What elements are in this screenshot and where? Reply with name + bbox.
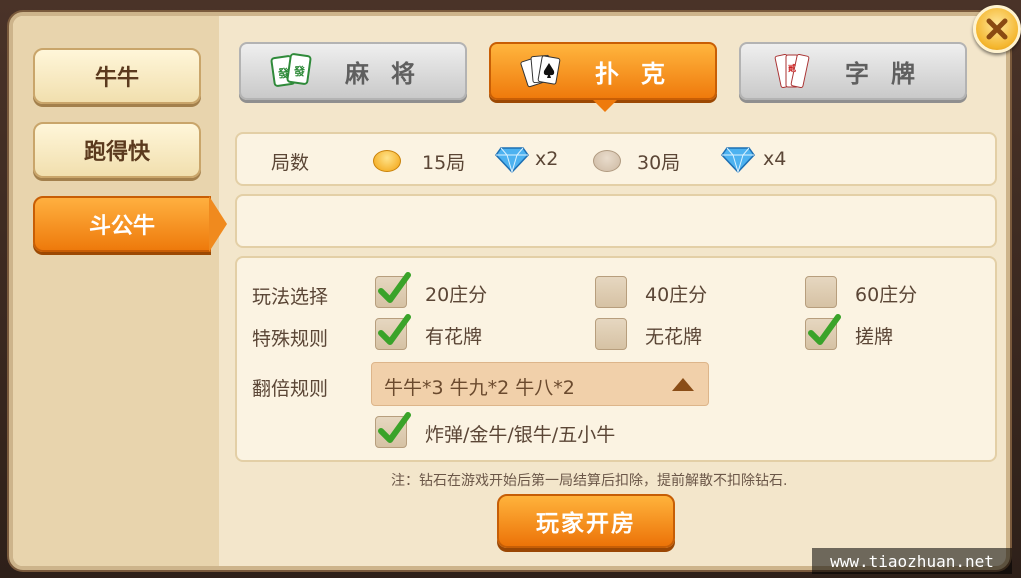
diamond-icon xyxy=(495,144,529,174)
play-mode-label: 玩法选择 xyxy=(252,286,329,308)
site-watermark: www.tiaozhuan.net xyxy=(812,548,1012,574)
empty-options-section xyxy=(235,194,997,248)
checkmark-icon xyxy=(378,412,411,443)
sidebar-item-dougongniu[interactable]: 斗公牛 xyxy=(33,196,227,252)
checkmark-icon xyxy=(378,272,411,303)
tab-mahjong-label: 麻将 xyxy=(345,59,437,88)
svg-text:貳: 貳 xyxy=(788,63,814,73)
game-type-sidebar: 牛牛 跑得快 斗公牛 xyxy=(13,16,227,566)
play-mode-20-label[interactable]: 20庄分 xyxy=(425,280,487,307)
play-mode-60-label[interactable]: 60庄分 xyxy=(855,280,917,307)
rounds-label: 局数 xyxy=(271,152,310,174)
play-mode-40-checkbox[interactable] xyxy=(595,276,627,308)
sidebar-item-paodekuai[interactable]: 跑得快 xyxy=(33,122,201,178)
bomb-bonus-label[interactable]: 炸弹/金牛/银牛/五小牛 xyxy=(425,420,615,447)
multiplier-dropdown-value: 牛牛*3 牛九*2 牛八*2 xyxy=(384,377,575,399)
special-rule-noflower-label[interactable]: 无花牌 xyxy=(645,322,702,349)
rounds-15-label[interactable]: 15局 xyxy=(422,148,465,175)
multiplier-dropdown[interactable]: 牛牛*3 牛九*2 牛八*2 xyxy=(371,362,709,406)
rounds-30-radio[interactable] xyxy=(593,150,621,172)
tab-poker[interactable]: 扑克 xyxy=(489,42,717,112)
diamond-icon xyxy=(721,144,755,174)
special-rule-noflower-checkbox[interactable] xyxy=(595,318,627,350)
play-mode-40-label[interactable]: 40庄分 xyxy=(645,280,707,307)
checkmark-icon xyxy=(808,314,841,345)
bomb-bonus-checkbox[interactable] xyxy=(375,412,411,448)
diamond-note: 注：钻石在游戏开始后第一局结算后扣除，提前解散不扣除钻石. xyxy=(391,473,788,489)
multiplier-label: 翻倍规则 xyxy=(252,378,329,400)
tab-poker-label: 扑克 xyxy=(595,59,687,88)
create-room-dialog: 牛牛 跑得快 斗公牛 發 發 麻将 扑克 xyxy=(9,12,1010,570)
special-rule-flower-checkbox[interactable] xyxy=(375,314,411,350)
rounds-15-radio[interactable] xyxy=(373,150,401,172)
mahjong-tile-icon: 發 發 xyxy=(269,51,315,91)
tab-mahjong[interactable]: 發 發 麻将 xyxy=(239,42,467,100)
caret-up-icon xyxy=(672,378,694,391)
special-rule-squeeze-label[interactable]: 搓牌 xyxy=(855,322,893,349)
close-button[interactable] xyxy=(973,5,1021,53)
poker-cards-icon xyxy=(519,51,565,91)
rounds-15-cost: x2 xyxy=(535,148,559,170)
special-rules-label: 特殊规则 xyxy=(252,328,329,350)
sidebar-item-niuniu[interactable]: 牛牛 xyxy=(33,48,201,104)
rounds-30-cost: x4 xyxy=(763,148,787,170)
special-rule-flower-label[interactable]: 有花牌 xyxy=(425,322,482,349)
svg-text:發: 發 xyxy=(293,64,314,78)
zipai-cards-icon: 貳 xyxy=(769,51,815,91)
tab-zipai[interactable]: 貳 字牌 xyxy=(739,42,967,100)
play-mode-60-checkbox[interactable] xyxy=(805,276,837,308)
checkmark-icon xyxy=(378,314,411,345)
create-room-button[interactable]: 玩家开房 xyxy=(497,494,675,548)
special-rule-squeeze-checkbox[interactable] xyxy=(805,314,841,350)
rounds-30-label[interactable]: 30局 xyxy=(637,148,680,175)
tab-zipai-label: 字牌 xyxy=(845,59,937,88)
close-icon xyxy=(986,18,1008,40)
play-mode-20-checkbox[interactable] xyxy=(375,272,411,308)
